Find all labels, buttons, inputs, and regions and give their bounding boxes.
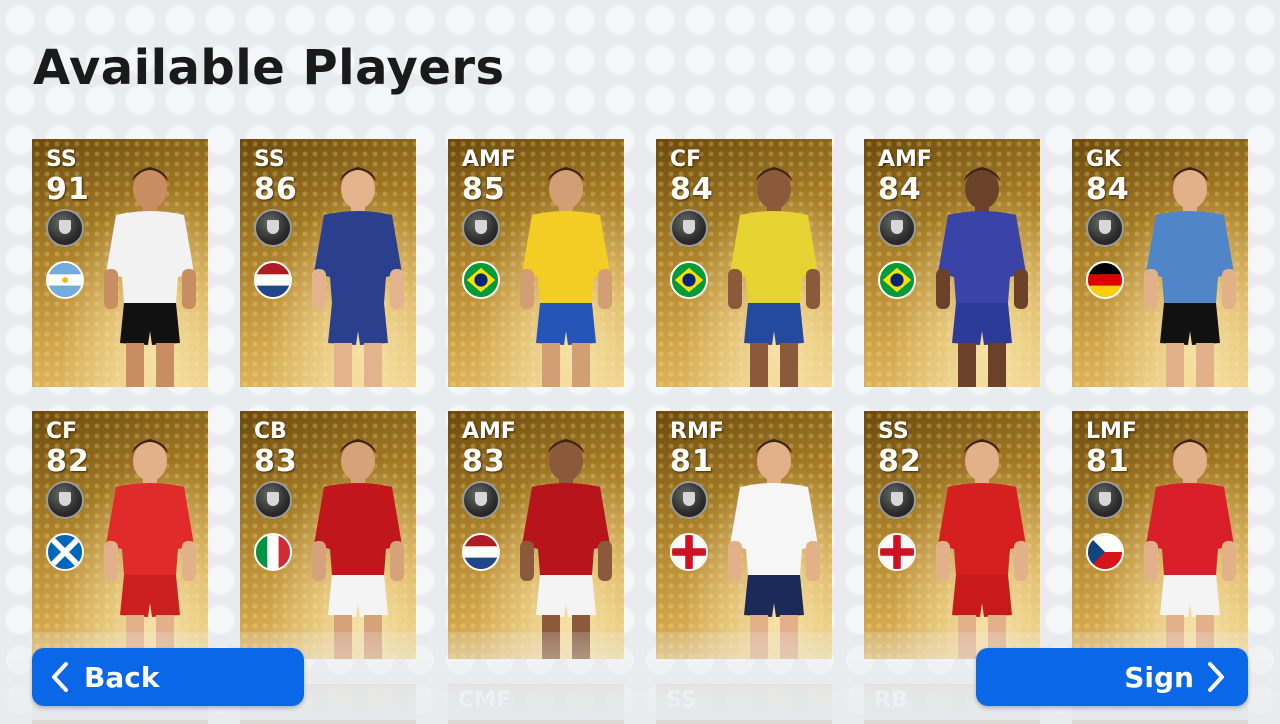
italy-flag-icon bbox=[254, 533, 292, 571]
partial-card-position: SS bbox=[666, 688, 697, 713]
player-image bbox=[912, 425, 1040, 659]
player-image bbox=[1120, 425, 1248, 659]
player-position: LMF bbox=[1086, 419, 1137, 444]
player-position: RMF bbox=[670, 419, 724, 444]
sign-button-label: Sign bbox=[1124, 660, 1194, 694]
brazil-flag-icon bbox=[670, 261, 708, 299]
player-image bbox=[1120, 153, 1248, 387]
player-position: CF bbox=[46, 419, 78, 444]
player-rating: 83 bbox=[254, 444, 298, 479]
player-position: GK bbox=[1086, 147, 1122, 172]
player-rating: 84 bbox=[1086, 172, 1130, 207]
player-card[interactable]: CB 83 bbox=[240, 411, 416, 659]
player-rating: 86 bbox=[254, 172, 298, 207]
player-rating: 82 bbox=[878, 444, 922, 479]
player-card[interactable]: SS 91 bbox=[32, 139, 208, 387]
card-type-badge-icon bbox=[1086, 209, 1124, 247]
player-rating: 81 bbox=[670, 444, 714, 479]
page-title: Available Players bbox=[33, 40, 505, 96]
scotland-flag-icon bbox=[46, 533, 84, 571]
player-position: AMF bbox=[878, 147, 932, 172]
partial-card-position: RB bbox=[874, 688, 908, 713]
card-type-badge-icon bbox=[46, 481, 84, 519]
player-image bbox=[704, 425, 832, 659]
player-position: SS bbox=[46, 147, 77, 172]
player-image bbox=[80, 153, 208, 387]
card-type-badge-icon bbox=[670, 481, 708, 519]
england-flag-icon bbox=[878, 533, 916, 571]
card-type-badge-icon bbox=[254, 209, 292, 247]
partial-player-card: SS bbox=[656, 684, 832, 724]
card-type-badge-icon bbox=[878, 209, 916, 247]
card-type-badge-icon bbox=[254, 481, 292, 519]
player-image bbox=[80, 425, 208, 659]
player-card[interactable]: RMF 81 bbox=[656, 411, 832, 659]
player-rating: 91 bbox=[46, 172, 90, 207]
player-card[interactable]: LMF 81 bbox=[1072, 411, 1248, 659]
player-position: SS bbox=[878, 419, 909, 444]
chevron-left-icon bbox=[52, 662, 68, 692]
player-image bbox=[496, 425, 624, 659]
player-image bbox=[912, 153, 1040, 387]
brazil-flag-icon bbox=[462, 261, 500, 299]
sign-button[interactable]: Sign bbox=[976, 648, 1248, 706]
card-type-badge-icon bbox=[462, 209, 500, 247]
player-position: SS bbox=[254, 147, 285, 172]
brazil-flag-icon bbox=[878, 261, 916, 299]
germany-flag-icon bbox=[1086, 261, 1124, 299]
player-rating: 82 bbox=[46, 444, 90, 479]
netherlands-flag-icon bbox=[462, 533, 500, 571]
card-type-badge-icon bbox=[46, 209, 84, 247]
czech-flag-icon bbox=[1086, 533, 1124, 571]
player-rating: 81 bbox=[1086, 444, 1130, 479]
chevron-right-icon bbox=[1208, 662, 1224, 692]
player-card[interactable]: GK 84 bbox=[1072, 139, 1248, 387]
netherlands-flag-icon bbox=[254, 261, 292, 299]
player-card[interactable]: CF 82 bbox=[32, 411, 208, 659]
card-type-badge-icon bbox=[462, 481, 500, 519]
partial-player-card: CMF bbox=[448, 684, 624, 724]
player-card[interactable]: AMF 84 bbox=[864, 139, 1040, 387]
player-position: AMF bbox=[462, 147, 516, 172]
argentina-flag-icon bbox=[46, 261, 84, 299]
player-card[interactable]: AMF 83 bbox=[448, 411, 624, 659]
player-position: AMF bbox=[462, 419, 516, 444]
player-card[interactable]: SS 82 bbox=[864, 411, 1040, 659]
card-type-badge-icon bbox=[670, 209, 708, 247]
back-button-label: Back bbox=[84, 660, 160, 694]
england-flag-icon bbox=[670, 533, 708, 571]
player-position: CF bbox=[670, 147, 702, 172]
player-card[interactable]: CF 84 bbox=[656, 139, 832, 387]
player-image bbox=[288, 425, 416, 659]
player-rating: 84 bbox=[670, 172, 714, 207]
card-type-badge-icon bbox=[878, 481, 916, 519]
back-button[interactable]: Back bbox=[32, 648, 304, 706]
player-rating: 83 bbox=[462, 444, 506, 479]
player-position: CB bbox=[254, 419, 287, 444]
player-rating: 85 bbox=[462, 172, 506, 207]
partial-card-position: CMF bbox=[458, 688, 512, 713]
card-type-badge-icon bbox=[1086, 481, 1124, 519]
player-card[interactable]: SS 86 bbox=[240, 139, 416, 387]
player-card[interactable]: AMF 85 bbox=[448, 139, 624, 387]
player-image bbox=[704, 153, 832, 387]
player-rating: 84 bbox=[878, 172, 922, 207]
player-image bbox=[496, 153, 624, 387]
player-image bbox=[288, 153, 416, 387]
